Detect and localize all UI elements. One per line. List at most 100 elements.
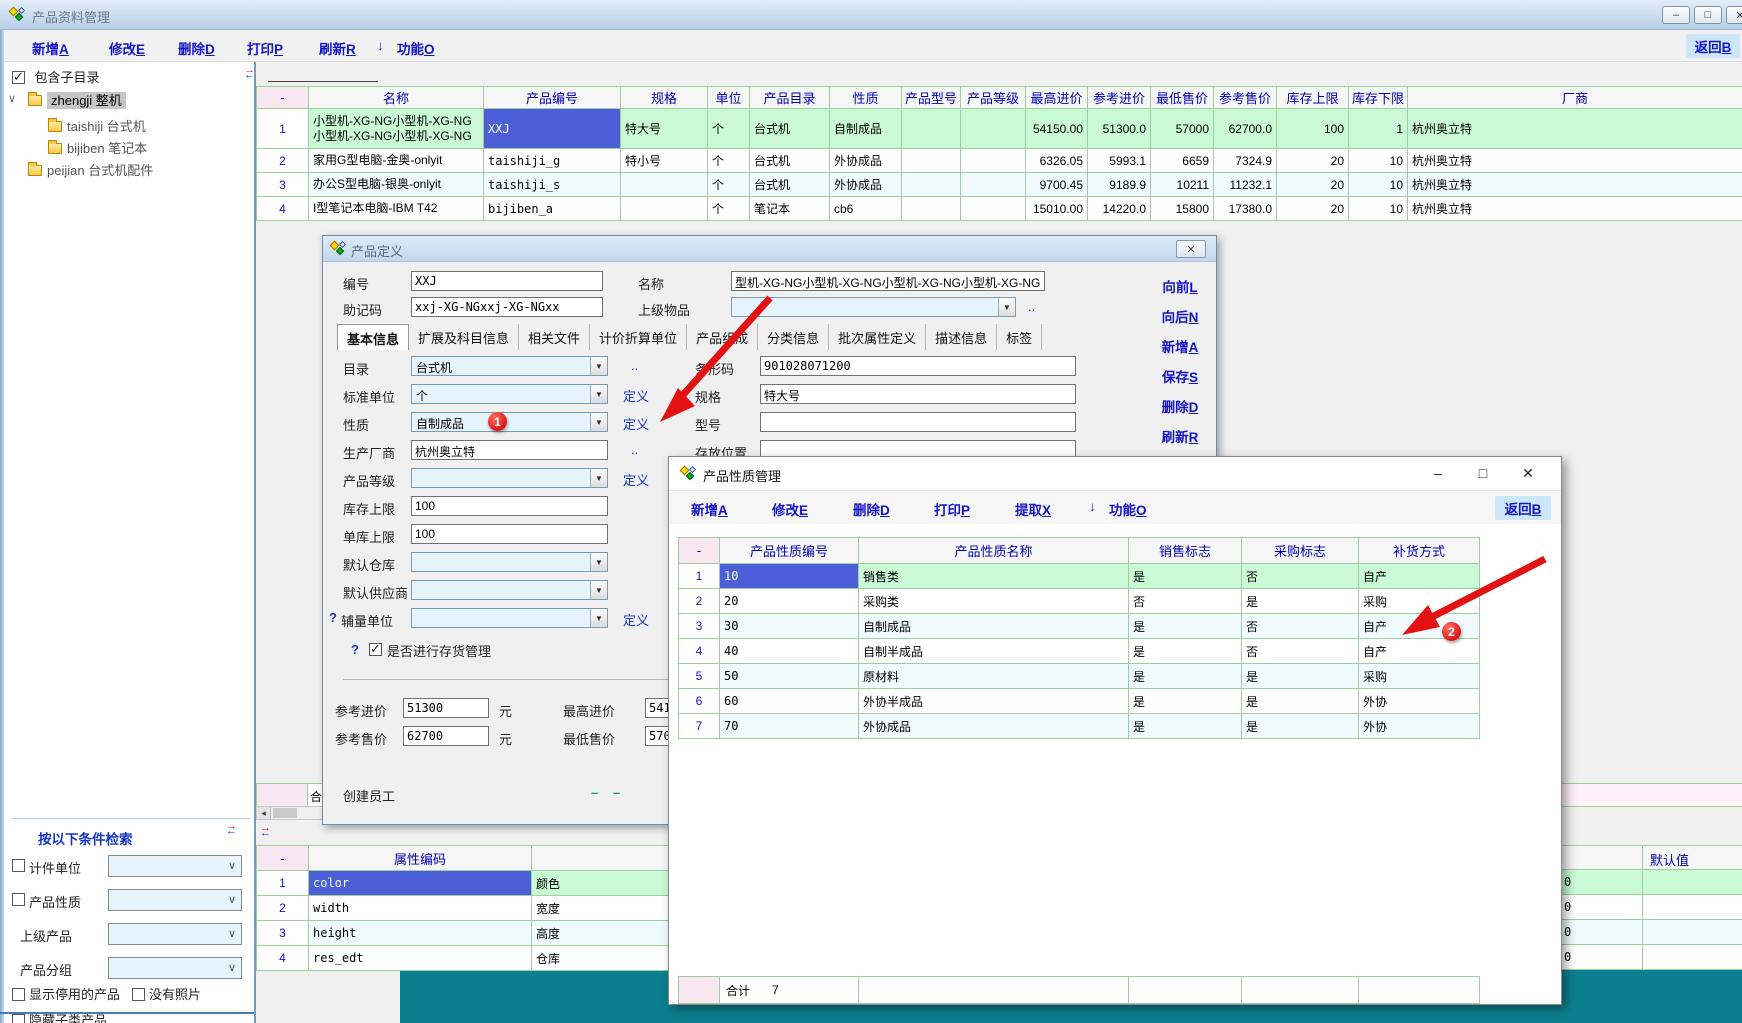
table-row[interactable]: 220采购类否是采购 bbox=[679, 589, 1480, 614]
column-header[interactable]: 属性编码 bbox=[309, 846, 532, 871]
quick-search-underline[interactable] bbox=[268, 70, 378, 82]
parent-item-combo[interactable]: ▼ bbox=[731, 297, 1016, 317]
swap-columns-icon[interactable]: →← bbox=[226, 824, 242, 837]
maximize-button[interactable]: □ bbox=[1466, 457, 1500, 489]
help-icon[interactable]: ? bbox=[329, 610, 337, 625]
maximize-button[interactable]: □ bbox=[1694, 6, 1722, 24]
scrollbar-thumb[interactable] bbox=[273, 808, 297, 818]
main-back-button[interactable]: 返回B bbox=[1686, 34, 1740, 58]
field-combo[interactable]: ▼ bbox=[411, 468, 608, 488]
toolbar-item-a[interactable]: 新增A bbox=[691, 499, 728, 519]
column-header[interactable]: 产品性质名称 bbox=[859, 538, 1129, 564]
field-input[interactable]: 901028071200 bbox=[760, 356, 1076, 376]
search-checkbox[interactable] bbox=[12, 893, 25, 906]
tab-2[interactable]: 相关文件 bbox=[519, 324, 590, 350]
side-button-a[interactable]: 新增A bbox=[1149, 336, 1211, 356]
search-combo[interactable] bbox=[108, 957, 242, 979]
chevron-down-icon[interactable]: ▼ bbox=[590, 581, 607, 599]
minimize-button[interactable]: – bbox=[1421, 457, 1455, 489]
column-header[interactable]: 规格 bbox=[621, 87, 708, 109]
column-header[interactable]: 补货方式 bbox=[1359, 538, 1480, 564]
tree-item[interactable]: peijian 台式机配件 bbox=[28, 160, 153, 179]
tab-5[interactable]: 分类信息 bbox=[758, 324, 829, 350]
more-link[interactable]: .. bbox=[631, 442, 638, 457]
dialog-close-button[interactable]: ✕ bbox=[1176, 240, 1206, 258]
field-combo[interactable]: ▼ bbox=[411, 580, 608, 600]
field-combo[interactable]: ▼ bbox=[411, 608, 608, 628]
column-header[interactable]: 产品目录 bbox=[750, 87, 830, 109]
swap-columns-icon[interactable]: →← bbox=[244, 68, 260, 81]
field-combo[interactable]: ▼ bbox=[411, 552, 608, 572]
option-checkbox[interactable] bbox=[132, 988, 145, 1001]
option-checkbox-row[interactable]: 显示停用的产品 bbox=[12, 984, 120, 1004]
column-header[interactable]: 采购标志 bbox=[1242, 538, 1359, 564]
column-header[interactable]: 库存上限 bbox=[1277, 87, 1349, 109]
column-header[interactable]: 性质 bbox=[830, 87, 902, 109]
table-row[interactable]: 660外协半成品是是外协 bbox=[679, 689, 1480, 714]
side-button-s[interactable]: 保存S bbox=[1149, 366, 1211, 386]
define-link[interactable]: 定义 bbox=[623, 386, 649, 405]
tree-item[interactable]: bijiben 笔记本 bbox=[48, 138, 147, 157]
close-button[interactable]: ✕ bbox=[1726, 6, 1742, 24]
tab-4[interactable]: 产品组成 bbox=[687, 324, 758, 350]
chevron-down-icon[interactable]: ▼ bbox=[590, 413, 607, 431]
chevron-down-icon[interactable]: ▼ bbox=[590, 357, 607, 375]
column-header[interactable]: 库存下限 bbox=[1349, 87, 1408, 109]
chevron-down-icon[interactable]: ▼ bbox=[590, 385, 607, 403]
define-link[interactable]: 定义 bbox=[623, 470, 649, 489]
close-button[interactable]: ✕ bbox=[1511, 457, 1545, 489]
define-link[interactable]: 定义 bbox=[623, 610, 649, 629]
column-header[interactable]: - bbox=[679, 538, 720, 564]
side-button-r[interactable]: 刷新R bbox=[1149, 426, 1211, 446]
mnemonic-input[interactable]: xxj-XG-NGxxj-XG-NGxx bbox=[411, 297, 603, 317]
column-header[interactable]: - bbox=[257, 846, 309, 871]
table-row[interactable]: 330自制成品是否自产 bbox=[679, 614, 1480, 639]
field-input[interactable]: 100 bbox=[411, 524, 608, 544]
tree-expander-icon[interactable]: ∨ bbox=[8, 92, 16, 105]
toolbar-item-o[interactable]: 功能O bbox=[1109, 499, 1147, 519]
search-combo[interactable] bbox=[108, 923, 242, 945]
option-checkbox[interactable] bbox=[12, 1014, 25, 1023]
name-input[interactable]: 型机-XG-NG小型机-XG-NG小型机-XG-NG小型机-XG-NG bbox=[731, 271, 1045, 291]
table-row[interactable]: 2家用G型电脑-金奥-onlyittaishiji_g特小号个台式机外协成品63… bbox=[257, 149, 1742, 173]
chevron-down-icon[interactable]: ▼ bbox=[590, 553, 607, 571]
column-header[interactable]: 参考进价 bbox=[1088, 87, 1151, 109]
column-header[interactable]: 参考售价 bbox=[1214, 87, 1277, 109]
toolbar-item-d[interactable]: 删除D bbox=[178, 38, 215, 58]
tree-item[interactable]: zhengji 整机 bbox=[28, 90, 126, 109]
field-combo[interactable]: 自制成品▼ bbox=[411, 412, 608, 432]
field-combo[interactable]: 个▼ bbox=[411, 384, 608, 404]
include-sub-row[interactable]: 包含子目录 bbox=[12, 67, 99, 87]
toolbar-item-d[interactable]: 删除D bbox=[853, 499, 890, 519]
tab-8[interactable]: 标签 bbox=[997, 324, 1042, 350]
tree-item[interactable]: taishiji 台式机 bbox=[48, 116, 146, 135]
side-button-d[interactable]: 删除D bbox=[1149, 396, 1211, 416]
code-input[interactable]: XXJ bbox=[411, 271, 603, 291]
include-sub-checkbox[interactable] bbox=[12, 71, 25, 84]
chevron-down-icon[interactable]: ▼ bbox=[590, 609, 607, 627]
help-icon[interactable]: ? bbox=[351, 642, 359, 657]
more-link[interactable]: .. bbox=[631, 358, 638, 373]
toolbar-item-a[interactable]: 新增A bbox=[32, 38, 69, 58]
toolbar-item-e[interactable]: 修改E bbox=[772, 499, 808, 519]
side-button-n[interactable]: 向后N bbox=[1149, 306, 1211, 326]
toolbar-item-o[interactable]: 功能O bbox=[397, 38, 435, 58]
field-input[interactable]: 特大号 bbox=[760, 384, 1076, 404]
table-row[interactable]: 770外协成品是是外协 bbox=[679, 714, 1480, 739]
table-row[interactable]: 3办公S型电脑-银奥-onlyittaishiji_s个台式机外协成品9700.… bbox=[257, 173, 1742, 197]
column-header[interactable]: - bbox=[257, 87, 309, 109]
chevron-down-icon[interactable]: ▼ bbox=[590, 469, 607, 487]
option-checkbox-row[interactable]: 没有照片 bbox=[132, 984, 201, 1004]
inventory-checkbox[interactable] bbox=[369, 643, 382, 656]
table-row[interactable]: 550原材料是是采购 bbox=[679, 664, 1480, 689]
toolbar-item-x[interactable]: 提取X bbox=[1015, 499, 1051, 519]
table-row[interactable]: 110销售类是否自产 bbox=[679, 564, 1480, 589]
toolbar-item-e[interactable]: 修改E bbox=[109, 38, 145, 58]
swap-columns-icon[interactable]: →← bbox=[260, 826, 276, 839]
price-input[interactable]: 51300 bbox=[403, 698, 489, 718]
field-input[interactable] bbox=[760, 412, 1076, 432]
column-header[interactable]: 产品等级 bbox=[961, 87, 1026, 109]
nature-back-button[interactable]: 返回B bbox=[1495, 496, 1551, 520]
table-row[interactable]: 4I型笔记本电脑-IBM T42bijiben_a个笔记本cb615010.00… bbox=[257, 197, 1742, 221]
price-input[interactable]: 62700 bbox=[403, 726, 489, 746]
